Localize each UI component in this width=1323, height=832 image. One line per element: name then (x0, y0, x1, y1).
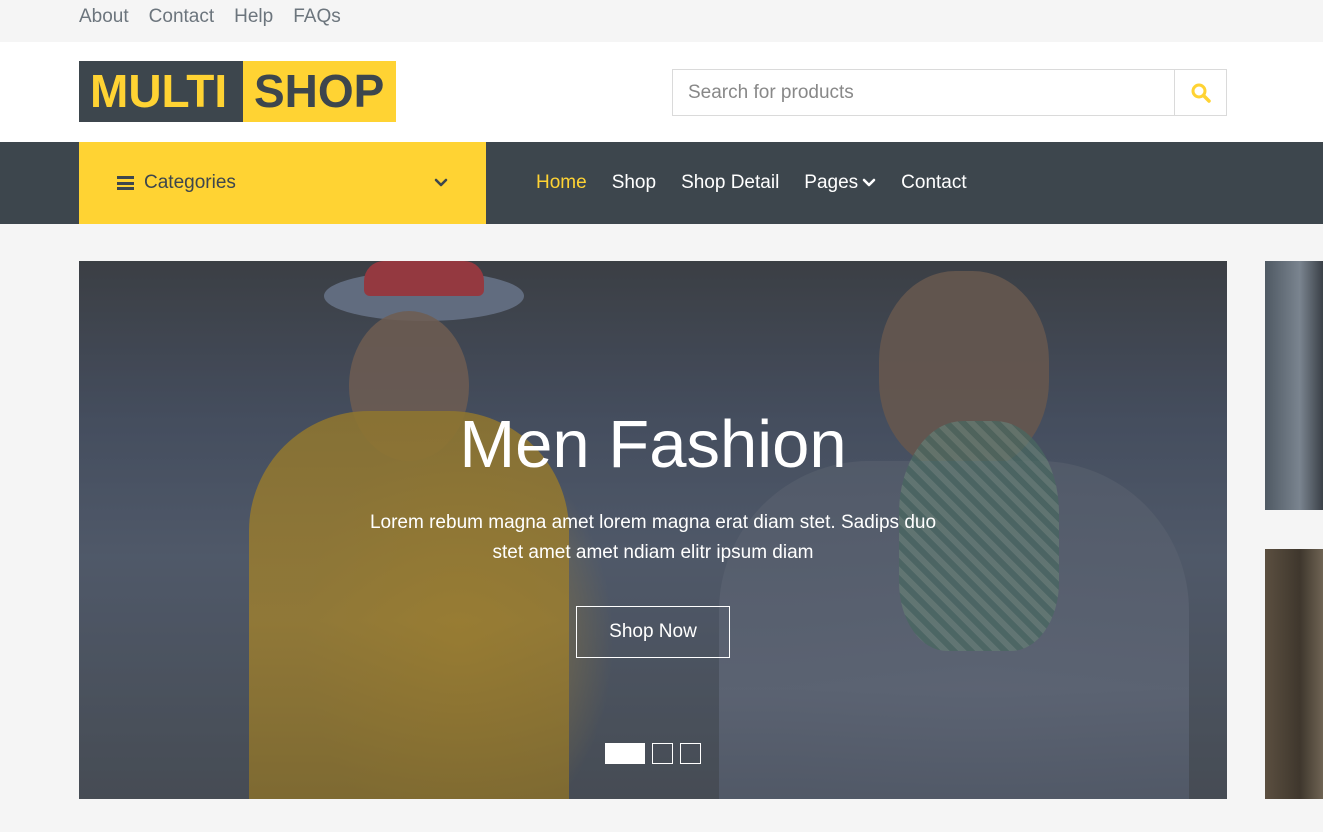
topbar-link-help[interactable]: Help (234, 6, 273, 28)
nav-link-pages-label: Pages (804, 172, 859, 193)
hero-carousel[interactable]: Men Fashion Lorem rebum magna amet lorem… (79, 261, 1227, 799)
topbar-link-about[interactable]: About (79, 6, 129, 28)
offer-image-2[interactable] (1265, 549, 1323, 799)
bars-icon (117, 176, 134, 190)
logo[interactable]: MULTI SHOP (79, 61, 396, 122)
carousel-indicator-1[interactable] (605, 743, 645, 764)
header: MULTI SHOP (0, 42, 1323, 142)
nav-link-shop[interactable]: Shop (612, 172, 656, 194)
nav-link-contact[interactable]: Contact (901, 172, 966, 194)
main-nav: Home Shop Shop Detail Pages Contact (536, 142, 967, 224)
hero-title: Men Fashion (459, 407, 847, 482)
chevron-down-icon (862, 178, 876, 187)
logo-part-2: SHOP (243, 61, 396, 122)
shop-now-button[interactable]: Shop Now (576, 606, 730, 658)
search-icon (1191, 83, 1211, 103)
nav-link-home-label: Home (536, 172, 587, 193)
search-bar (672, 69, 1227, 116)
hero-text: Lorem rebum magna amet lorem magna erat … (369, 512, 937, 563)
topbar-link-faqs[interactable]: FAQs (293, 6, 341, 28)
nav-link-shop-detail-label: Shop Detail (681, 172, 780, 193)
chevron-down-icon (434, 178, 448, 187)
nav-link-contact-label: Contact (901, 172, 967, 193)
hero-caption: Men Fashion Lorem rebum magna amet lorem… (79, 261, 1227, 799)
carousel-indicator-3[interactable] (680, 743, 701, 764)
carousel-indicators (605, 743, 701, 764)
topbar-links: About Contact Help FAQs (79, 6, 341, 28)
carousel-indicator-2[interactable] (652, 743, 673, 764)
offer-image-1[interactable] (1265, 261, 1323, 510)
categories-toggle[interactable]: Categories (79, 142, 486, 224)
nav-link-pages[interactable]: Pages (804, 172, 876, 194)
navbar: Categories Home Shop Shop Detail Pages C… (0, 142, 1323, 224)
search-input[interactable] (673, 70, 1174, 115)
logo-part-1: MULTI (79, 61, 243, 122)
topbar: About Contact Help FAQs (0, 0, 1323, 42)
nav-link-shop-detail[interactable]: Shop Detail (681, 172, 779, 194)
nav-link-home[interactable]: Home (536, 172, 587, 194)
topbar-link-contact[interactable]: Contact (149, 6, 214, 28)
categories-label: Categories (144, 172, 236, 193)
nav-link-shop-label: Shop (611, 172, 657, 193)
search-button[interactable] (1174, 70, 1226, 115)
